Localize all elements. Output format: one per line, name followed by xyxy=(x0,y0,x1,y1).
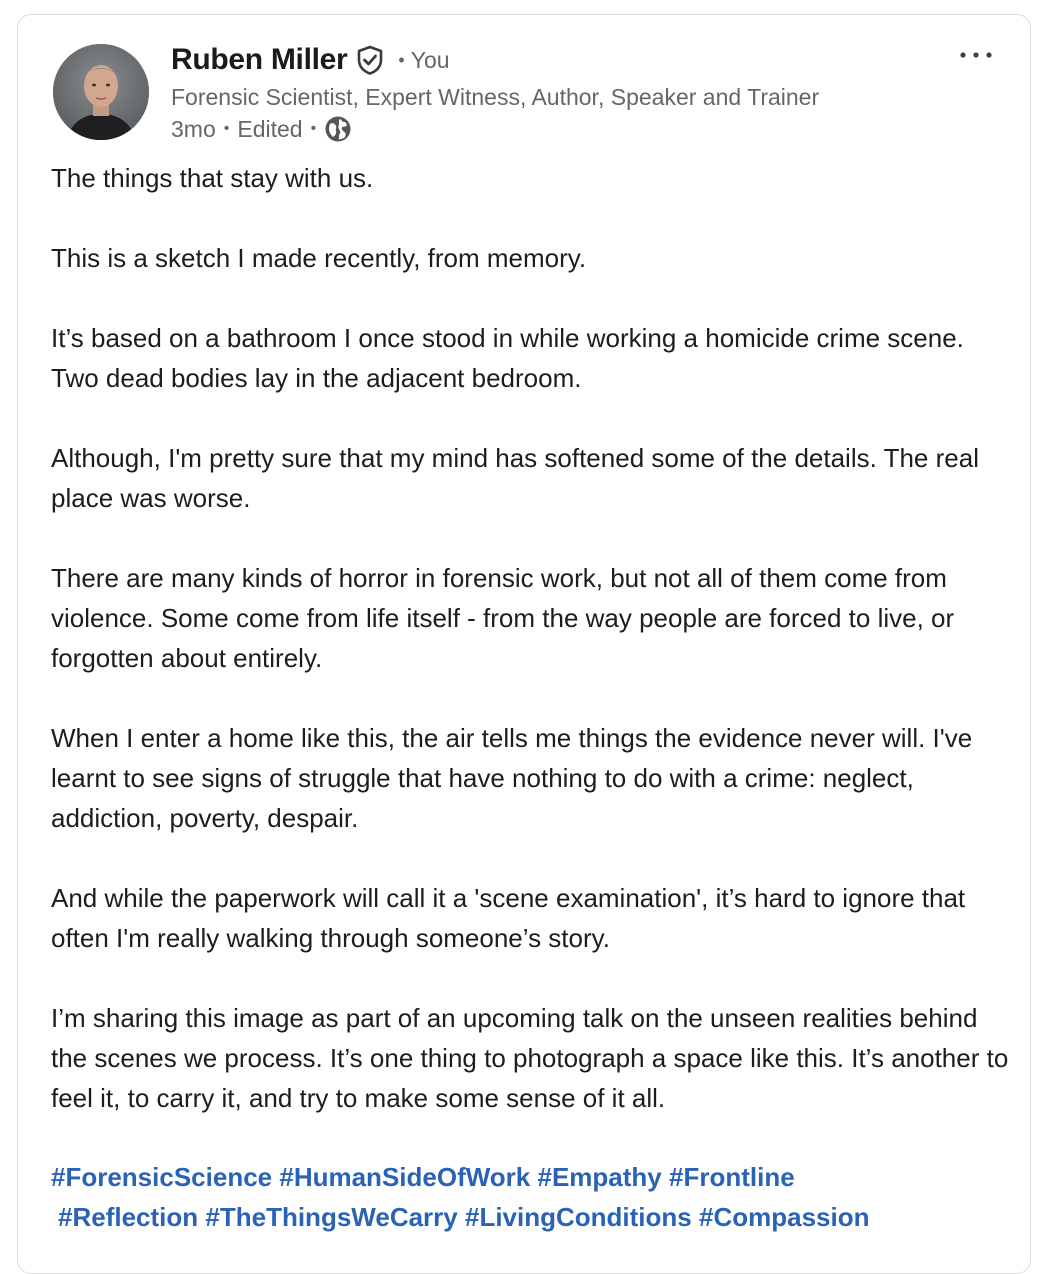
avatar-photo xyxy=(53,44,149,140)
hashtag-line: #ForensicScience #HumanSideOfWork #Empat… xyxy=(51,1157,1011,1197)
hashtag-link[interactable]: #ForensicScience xyxy=(51,1162,272,1192)
hashtag-link[interactable]: #Reflection xyxy=(58,1202,198,1232)
hashtag-link[interactable]: #Frontline xyxy=(669,1162,795,1192)
separator-dot: • xyxy=(310,120,317,137)
post-paragraph: Although, I'm pretty sure that my mind h… xyxy=(51,443,979,513)
hashtag-link[interactable]: #TheThingsWeCarry xyxy=(205,1202,457,1232)
name-row: Ruben Miller • You xyxy=(171,40,819,80)
avatar[interactable] xyxy=(53,44,149,140)
author-name[interactable]: Ruben Miller xyxy=(171,43,348,77)
more-options-button[interactable] xyxy=(955,40,997,70)
hashtag-list: #ForensicScience #HumanSideOfWork #Empat… xyxy=(51,1157,1011,1237)
separator-dot: • xyxy=(223,120,230,137)
post-paragraph: This is a sketch I made recently, from m… xyxy=(51,243,587,273)
post-paragraph: And while the paperwork will call it a '… xyxy=(51,883,966,953)
post-paragraph: I’m sharing this image as part of an upc… xyxy=(51,1003,1009,1113)
hashtag-link[interactable]: #HumanSideOfWork xyxy=(279,1162,530,1192)
ellipsis-icon xyxy=(960,52,992,58)
hashtag-link[interactable]: #LivingConditions xyxy=(465,1202,692,1232)
post-body: The things that stay with us. This is a … xyxy=(51,158,1011,1158)
post-paragraph: The things that stay with us. xyxy=(51,163,374,193)
post-time[interactable]: 3mo xyxy=(171,116,216,143)
hashtag-link[interactable]: #Empathy xyxy=(538,1162,662,1192)
hashtag-link[interactable]: #Compassion xyxy=(699,1202,870,1232)
post-meta: 3mo • Edited • xyxy=(171,113,819,145)
relation-label: You xyxy=(410,46,450,73)
post-paragraph: There are many kinds of horror in forens… xyxy=(51,563,955,673)
edited-label: Edited xyxy=(237,115,303,142)
author-headline: Forensic Scientist, Expert Witness, Auth… xyxy=(171,84,820,110)
verified-shield-icon xyxy=(356,45,384,75)
separator-dot: • xyxy=(398,49,405,70)
hashtag-line: #Reflection #TheThingsWeCarry #LivingCon… xyxy=(51,1197,1011,1237)
post-paragraph: It’s based on a bathroom I once stood in… xyxy=(51,323,964,393)
globe-icon xyxy=(324,115,352,143)
post-paragraph: When I enter a home like this, the air t… xyxy=(51,723,973,833)
post-header: Ruben Miller • You Forensic Scientist, E… xyxy=(171,40,819,145)
